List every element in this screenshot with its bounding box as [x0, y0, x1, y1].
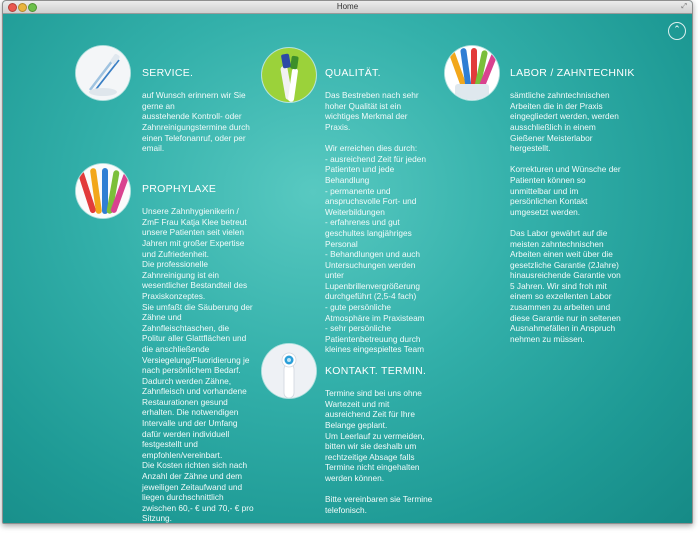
prophylaxe-section: PROPHYLAXE Unsere Zahnhygienikerin / ZmF…	[142, 172, 262, 524]
kontakt-body: Termine sind bei uns ohne Wartezeit und …	[325, 388, 433, 515]
electric-toothbrush-head-image	[262, 344, 316, 398]
labor-section: LABOR / ZAHNTECHNIK sämtliche zahntechni…	[510, 56, 635, 344]
service-heading: SERVICE.	[142, 66, 194, 79]
page-content: ⌃ SERVICE. auf Wunsch erinnern wir Sie g…	[3, 14, 692, 523]
green-toothbrush-image	[262, 48, 316, 102]
qualitaet-section: QUALITÄT. Das Bestreben nach sehr hoher …	[325, 56, 435, 355]
maximize-window-button[interactable]	[28, 3, 37, 12]
fullscreen-icon[interactable]: ⤢	[681, 3, 687, 11]
title-bar: Home ⤢	[3, 1, 692, 14]
toothbrushes-in-cup-image	[445, 46, 499, 100]
colorful-toothbrushes-image	[76, 164, 130, 218]
service-body: auf Wunsch erinnern wir Sie gerne an aus…	[142, 90, 250, 154]
minimize-window-button[interactable]	[18, 3, 27, 12]
toothbrush-in-cup-image	[76, 46, 130, 100]
kontakt-heading: KONTAKT. TERMIN.	[325, 364, 427, 377]
qualitaet-heading: QUALITÄT.	[325, 66, 381, 79]
window-title: Home	[336, 2, 359, 11]
browser-window: Home ⤢ ⌃ SERVICE. auf Wunsch erinnern wi…	[2, 0, 693, 524]
prophylaxe-body: Unsere Zahnhygienikerin / ZmF Frau Katja…	[142, 206, 254, 524]
qualitaet-body: Das Bestreben nach sehr hoher Qualität i…	[325, 90, 427, 355]
labor-body: sämtliche zahntechnischen Arbeiten die i…	[510, 90, 621, 344]
chevron-up-icon: ⌃	[673, 25, 681, 35]
scroll-top-button[interactable]: ⌃	[668, 22, 686, 40]
labor-heading: LABOR / ZAHNTECHNIK	[510, 66, 635, 79]
service-section: SERVICE. auf Wunsch erinnern wir Sie ger…	[142, 56, 262, 154]
kontakt-section: KONTAKT. TERMIN. Termine sind bei uns oh…	[325, 354, 440, 515]
close-window-button[interactable]	[8, 3, 17, 12]
prophylaxe-heading: PROPHYLAXE	[142, 182, 217, 195]
